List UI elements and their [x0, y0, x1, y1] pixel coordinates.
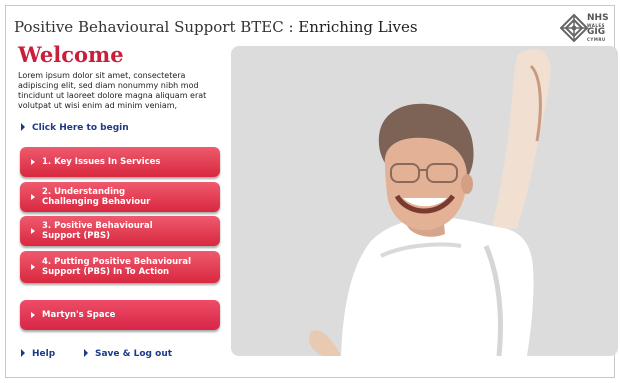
- menu-button-key-issues[interactable]: 1. Key Issues In Services: [20, 147, 220, 177]
- menu-button-label: 3. Positive Behavioural Support (PBS): [42, 221, 153, 241]
- save-logout-label: Save & Log out: [95, 349, 173, 359]
- triangle-right-icon: [31, 228, 35, 234]
- triangle-right-icon: [31, 159, 35, 165]
- page-header-title: Positive Behavioural Support BTEC : Enri…: [14, 18, 418, 36]
- welcome-heading: Welcome: [18, 42, 124, 67]
- triangle-right-icon: [31, 312, 35, 318]
- menu-button-label: 1. Key Issues In Services: [42, 157, 161, 167]
- menu-button-martyns-space[interactable]: Martyn's Space: [20, 300, 220, 330]
- menu-button-label: Martyn's Space: [42, 310, 116, 320]
- menu-button-pbs-action[interactable]: 4. Putting Positive Behavioural Support …: [20, 251, 220, 283]
- menu-button-pbs[interactable]: 3. Positive Behavioural Support (PBS): [20, 216, 220, 246]
- help-link-label: Help: [32, 349, 56, 359]
- triangle-right-icon: [31, 194, 35, 200]
- menu-button-understanding[interactable]: 2. Understanding Challenging Behaviour: [20, 182, 220, 212]
- menu-button-label: 2. Understanding Challenging Behaviour: [42, 187, 151, 207]
- triangle-right-icon: [21, 349, 25, 357]
- menu-button-label: 4. Putting Positive Behavioural Support …: [42, 257, 192, 277]
- nhs-logo-text: NHS WALES GIG CYMRU: [587, 13, 617, 43]
- hero-photo-panel: [231, 46, 618, 356]
- logo-line3: GIG: [587, 27, 606, 37]
- begin-link-label: Click Here to begin: [32, 123, 129, 133]
- logo-line4: CYMRU: [587, 37, 606, 42]
- triangle-right-icon: [31, 264, 35, 270]
- header-title-suffix: Enriching Lives: [298, 18, 418, 36]
- triangle-right-icon: [21, 123, 25, 131]
- begin-link[interactable]: Click Here to begin: [21, 123, 129, 133]
- help-link[interactable]: Help: [21, 349, 55, 359]
- person-raising-arm-illustration: [308, 49, 551, 356]
- header-title-prefix: Positive Behavioural Support BTEC :: [14, 18, 299, 36]
- logo-line1: NHS: [587, 13, 609, 23]
- triangle-right-icon: [84, 349, 88, 357]
- intro-text: Lorem ipsum dolor sit amet, consectetera…: [18, 71, 207, 110]
- save-logout-link[interactable]: Save & Log out: [84, 349, 172, 359]
